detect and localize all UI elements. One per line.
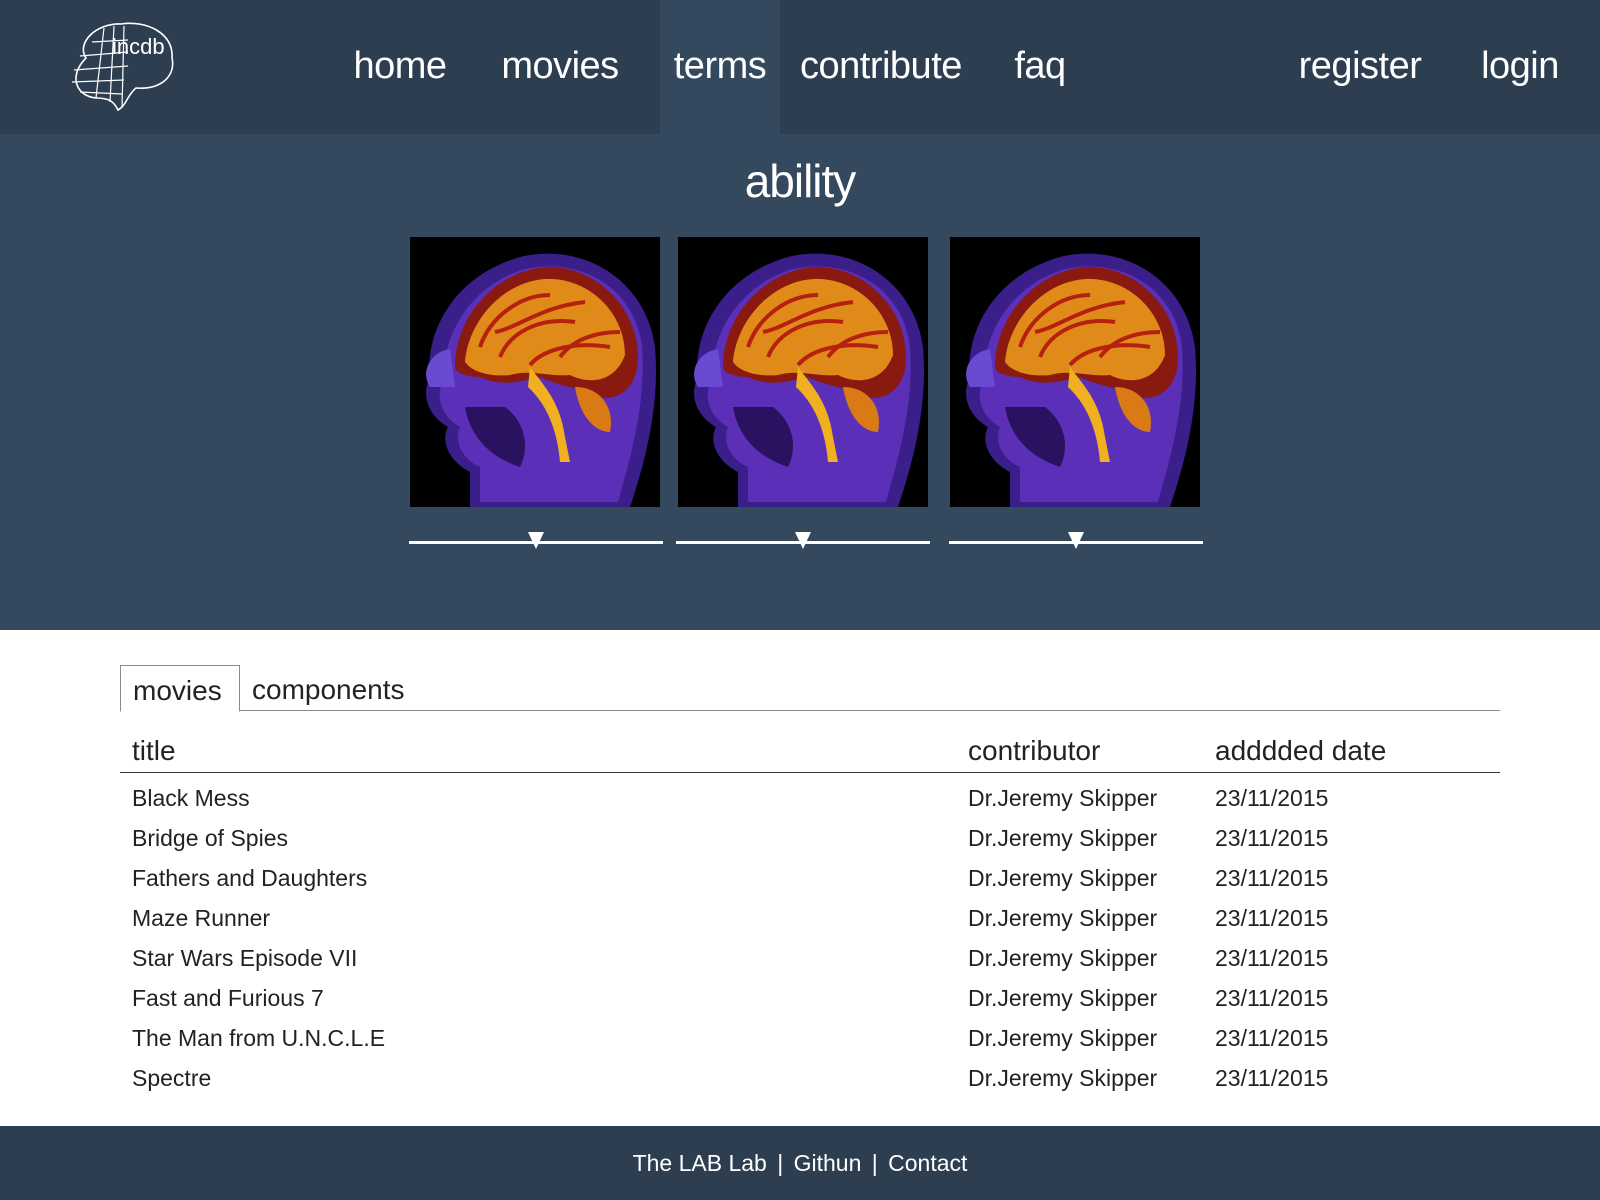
column-header-contributor: contributor bbox=[968, 735, 1101, 766]
movie-date: 23/11/2015 bbox=[1215, 1065, 1329, 1091]
movie-date: 23/11/2015 bbox=[1215, 1025, 1329, 1051]
brain-image-card-1 bbox=[410, 237, 660, 507]
tab-movies[interactable]: movies bbox=[120, 665, 240, 712]
logo-text: incdb bbox=[112, 34, 165, 59]
brain-logo-icon: incdb bbox=[71, 22, 174, 112]
movie-contributor: Dr.Jeremy Skipper bbox=[968, 865, 1158, 891]
page-footer: The LAB Lab | Githun | Contact bbox=[0, 1126, 1600, 1200]
slider-thumb[interactable] bbox=[795, 532, 811, 549]
movies-table-header: title contributor adddded date bbox=[120, 730, 1500, 773]
movie-contributor: Dr.Jeremy Skipper bbox=[968, 985, 1158, 1011]
movie-date: 23/11/2015 bbox=[1215, 985, 1329, 1011]
movie-title[interactable]: The Man from U.N.C.L.E bbox=[132, 1018, 385, 1058]
movie-date: 23/11/2015 bbox=[1215, 865, 1329, 891]
footer-contact-link[interactable]: Contact bbox=[888, 1150, 967, 1176]
table-row: Fathers and Daughters Dr.Jeremy Skipper … bbox=[120, 858, 1500, 898]
footer-separator: | bbox=[871, 1150, 878, 1176]
movie-title[interactable]: Maze Runner bbox=[132, 898, 270, 938]
footer-lab-link[interactable]: The LAB Lab bbox=[633, 1150, 767, 1176]
movie-contributor: Dr.Jeremy Skipper bbox=[968, 1065, 1158, 1091]
term-title: ability bbox=[744, 155, 857, 207]
table-row: Spectre Dr.Jeremy Skipper 23/11/2015 bbox=[120, 1058, 1500, 1098]
brain-mri-image bbox=[950, 237, 1200, 507]
table-row: Star Wars Episode VII Dr.Jeremy Skipper … bbox=[120, 938, 1500, 978]
movie-title[interactable]: Fathers and Daughters bbox=[132, 858, 367, 898]
tab-components[interactable]: components bbox=[240, 665, 417, 709]
nav-home[interactable]: home bbox=[340, 0, 460, 134]
movie-title[interactable]: Spectre bbox=[132, 1058, 211, 1098]
nav-login[interactable]: login bbox=[1475, 0, 1565, 134]
movie-contributor: Dr.Jeremy Skipper bbox=[968, 785, 1158, 811]
movie-contributor: Dr.Jeremy Skipper bbox=[968, 945, 1158, 971]
nav-register[interactable]: register bbox=[1295, 0, 1425, 134]
table-row: Bridge of Spies Dr.Jeremy Skipper 23/11/… bbox=[120, 818, 1500, 858]
column-header-title: title bbox=[132, 735, 176, 766]
incdb-logo[interactable]: incdb bbox=[66, 18, 178, 112]
brain-image-card-3 bbox=[950, 237, 1200, 507]
nav-movies[interactable]: movies bbox=[490, 0, 630, 134]
movie-date: 23/11/2015 bbox=[1215, 785, 1329, 811]
movie-contributor: Dr.Jeremy Skipper bbox=[968, 825, 1158, 851]
nav-faq[interactable]: faq bbox=[1000, 0, 1080, 134]
slider-thumb[interactable] bbox=[528, 532, 544, 549]
movie-title[interactable]: Bridge of Spies bbox=[132, 818, 288, 858]
content-tabs: movies components bbox=[120, 665, 1500, 712]
slider-thumb[interactable] bbox=[1068, 532, 1084, 549]
rating-slider-1[interactable] bbox=[409, 532, 663, 556]
nav-contribute[interactable]: contribute bbox=[800, 0, 962, 134]
rating-slider-3[interactable] bbox=[949, 532, 1203, 556]
movie-date: 23/11/2015 bbox=[1215, 905, 1329, 931]
footer-github-link[interactable]: Githun bbox=[794, 1150, 862, 1176]
table-row: Black Mess Dr.Jeremy Skipper 23/11/2015 bbox=[120, 778, 1500, 818]
movie-title[interactable]: Star Wars Episode VII bbox=[132, 938, 357, 978]
movie-title[interactable]: Black Mess bbox=[132, 778, 250, 818]
brain-mri-image bbox=[678, 237, 928, 507]
footer-separator: | bbox=[777, 1150, 784, 1176]
movie-date: 23/11/2015 bbox=[1215, 945, 1329, 971]
term-hero: ability bbox=[0, 134, 1600, 630]
movie-contributor: Dr.Jeremy Skipper bbox=[968, 905, 1158, 931]
table-row: Maze Runner Dr.Jeremy Skipper 23/11/2015 bbox=[120, 898, 1500, 938]
rating-slider-2[interactable] bbox=[676, 532, 930, 556]
brain-image-card-2 bbox=[678, 237, 928, 507]
brain-mri-image bbox=[410, 237, 660, 507]
movie-date: 23/11/2015 bbox=[1215, 825, 1329, 851]
top-navbar: incdb home movies terms contribute faq r… bbox=[0, 0, 1600, 134]
table-row: The Man from U.N.C.L.E Dr.Jeremy Skipper… bbox=[120, 1018, 1500, 1058]
movie-contributor: Dr.Jeremy Skipper bbox=[968, 1025, 1158, 1051]
term-content: movies components title contributor addd… bbox=[0, 630, 1600, 1126]
movie-title[interactable]: Fast and Furious 7 bbox=[132, 978, 324, 1018]
table-row: Fast and Furious 7 Dr.Jeremy Skipper 23/… bbox=[120, 978, 1500, 1018]
nav-terms[interactable]: terms bbox=[660, 0, 780, 134]
column-header-date: adddded date bbox=[1215, 735, 1387, 766]
